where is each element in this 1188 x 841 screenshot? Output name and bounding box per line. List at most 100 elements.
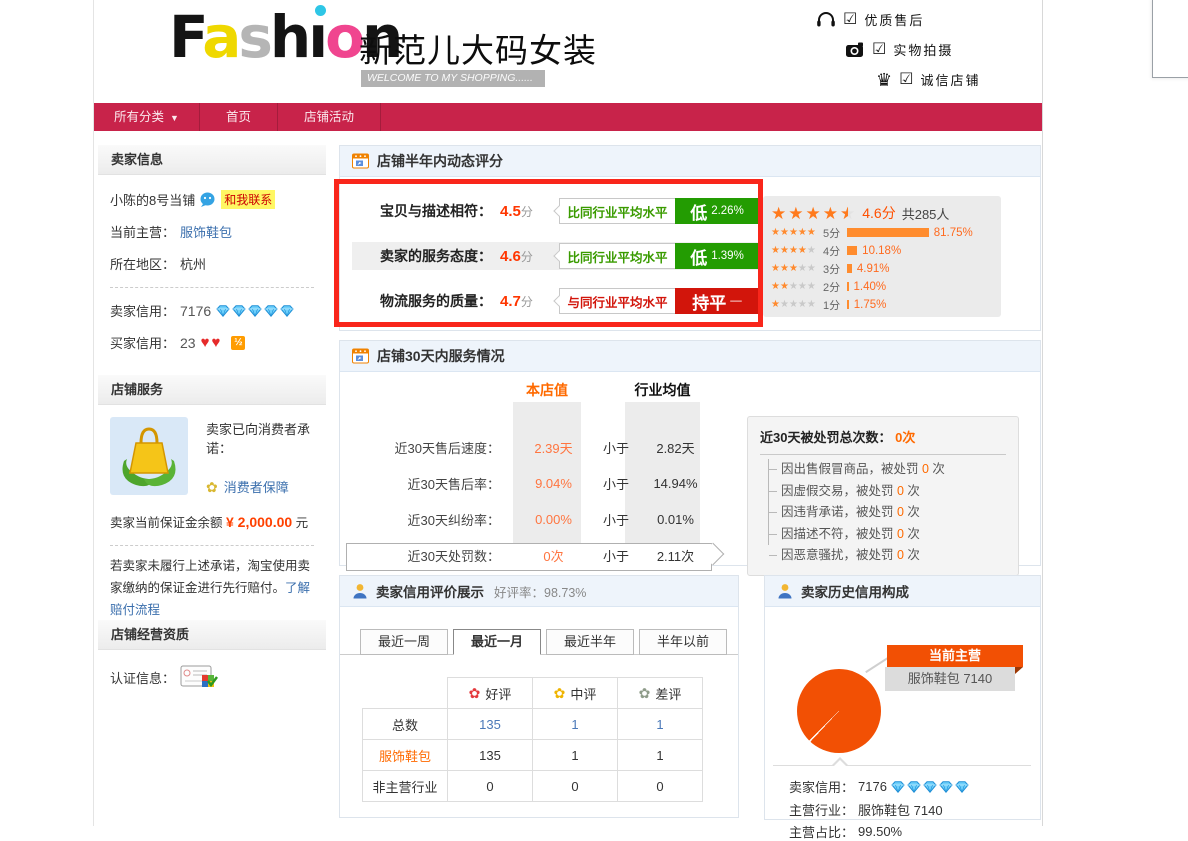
compare-bubble: 比同行业平均水平 低1.39%: [559, 243, 759, 269]
tab-last-half-year[interactable]: 最近半年: [546, 629, 634, 655]
checkbox-icon: ☑: [899, 72, 913, 88]
compare-bubble: 与同行业平均水平 持平—: [559, 288, 759, 314]
badge-quality-service: ☑ 优质售后: [816, 10, 924, 29]
service-label: 近30天售后速度：: [340, 438, 500, 457]
penalty-box: 近30天被处罚总次数： 0次 因出售假冒商品，被处罚 0 次因虚假交易，被处罚 …: [747, 416, 1019, 576]
checkbox-icon: ☑: [843, 12, 857, 28]
seller-credit-label: 卖家信用：: [110, 301, 175, 320]
badge-real-photo: ☑ 实物拍摄: [846, 40, 953, 59]
row-stars: ★★★★★: [771, 228, 823, 238]
star-icon: ★: [788, 205, 803, 222]
qualification-section: 店铺经营资质 认证信息：: [98, 620, 326, 699]
shop-value: 0.00%: [513, 512, 594, 527]
half-credit-icon: ½: [231, 336, 245, 350]
guarantee-flower-icon: ✿: [206, 480, 218, 494]
count-link[interactable]: 1: [618, 709, 703, 740]
compare-bubble: 比同行业平均水平 低2.26%: [559, 198, 759, 224]
compare-text: 比同行业平均水平: [560, 247, 675, 266]
shop-service-title: 店铺服务: [98, 375, 326, 405]
compare-percent: —: [730, 295, 742, 307]
star-distribution-row: ★★★★★5分81.75%: [771, 224, 993, 241]
count-link[interactable]: 1: [533, 709, 618, 740]
row-percent: 1.40%: [854, 281, 887, 293]
shop-tagline: WELCOME TO MY SHOPPING......: [361, 70, 545, 87]
buyer-credit-value: 23: [180, 335, 196, 351]
compare-badge: 持平: [692, 289, 726, 314]
cert-id-icon[interactable]: [180, 665, 218, 689]
nav-shop-activity[interactable]: 店铺活动: [278, 103, 381, 131]
panel-title: 店铺半年内动态评分: [377, 151, 503, 171]
row-label: 4分: [823, 243, 847, 259]
diamond-icon: [891, 781, 905, 793]
contact-me-button[interactable]: 和我联系: [221, 190, 275, 209]
deposit-label: 卖家当前保证金余额: [110, 516, 223, 530]
history-panel: 卖家历史信用构成 当前主营 服饰鞋包 7140 卖家信用： 7176 主营行业：…: [764, 575, 1041, 820]
star-distribution-row: ★★★★★2分1.40%: [771, 278, 993, 295]
nav-all-categories[interactable]: 所有分类▼: [94, 103, 200, 131]
star-distribution-row: ★★★★★3分4.91%: [771, 260, 993, 277]
diamond-icon: [923, 781, 937, 793]
nav-home[interactable]: 首页: [200, 103, 278, 131]
row-percent: 10.18%: [862, 245, 901, 257]
half-star-icon: ★★: [840, 205, 855, 222]
tab-last-week[interactable]: 最近一周: [360, 629, 448, 655]
shop-service-section: 店铺服务 卖家已向消费者承诺： ✿ 消费者保障 卖家当前保证金余额 ¥: [98, 375, 326, 632]
penalty-title: 近30天被处罚总次数：: [760, 430, 891, 445]
shop-name: 小陈的8号当铺: [110, 190, 195, 209]
rating-unit: 分: [521, 293, 533, 310]
review-table-row: 总数13511: [363, 709, 703, 740]
compare-text: 比同行业平均水平: [560, 202, 675, 221]
shop-header: Fashıon 新范儿大码女装 WELCOME TO MY SHOPPING..…: [94, 0, 1042, 103]
cert-label: 认证信息：: [110, 668, 175, 687]
row-label: 3分: [823, 261, 847, 277]
wangwang-icon[interactable]: [200, 192, 216, 207]
star-distribution-row: ★★★★★4分10.18%: [771, 242, 993, 259]
row-label: 非主营行业: [363, 771, 448, 802]
rating-label: 宝贝与描述相符：: [352, 201, 492, 221]
main-industry-value: 服饰鞋包 7140: [858, 800, 943, 819]
count-value: 0: [533, 771, 618, 802]
industry-value: 0.01%: [638, 512, 713, 527]
diamond-icons: [891, 781, 969, 793]
star-icon: ★: [823, 205, 838, 222]
logo-letter: o: [325, 3, 362, 71]
row-label: 服饰鞋包: [363, 740, 448, 771]
row-percent: 4.91%: [857, 263, 890, 275]
seller-credit-label: 卖家信用：: [789, 777, 854, 796]
row-label: 1分: [823, 297, 847, 313]
row-stars: ★★★★★: [771, 282, 823, 292]
rating-label: 物流服务的质量：: [352, 291, 492, 311]
camera-icon: [846, 42, 865, 58]
overall-stars: ★★★★★★ 4.6分 共285人: [771, 203, 993, 223]
tab-older[interactable]: 半年以前: [639, 629, 727, 655]
tab-last-month[interactable]: 最近一月: [453, 629, 541, 655]
consumer-guarantee-link[interactable]: 消费者保障: [224, 477, 289, 496]
main-category-link[interactable]: 服饰鞋包: [180, 222, 232, 241]
diamond-icon: [216, 305, 230, 317]
floating-popup-fragment: [1152, 0, 1188, 78]
divider: [110, 287, 314, 288]
row-bar: [847, 282, 849, 291]
service-row: 近30天处罚数：0次小于2.11次: [340, 544, 720, 566]
shop-name-cn: 新范儿大码女装: [359, 24, 597, 72]
row-bar: [847, 246, 857, 255]
column-header: ✿差评: [618, 678, 703, 709]
person-icon: [777, 583, 793, 599]
compare-percent: 1.39%: [711, 250, 744, 262]
service-label: 近30天售后率：: [340, 474, 500, 493]
industry-col-header: 行业均值: [621, 380, 704, 400]
overall-score: 4.6分: [862, 203, 895, 223]
shop-value: 9.04%: [513, 476, 594, 491]
good-rate-value: 98.73%: [544, 586, 586, 600]
row-bar: [847, 228, 929, 237]
main-industry-label: 主营行业：: [789, 800, 854, 819]
service-label: 近30天处罚数：: [340, 546, 500, 565]
calendar-icon: [352, 348, 369, 364]
main-nav: 所有分类▼ 首页 店铺活动: [94, 103, 1042, 131]
crown-icon: ♛: [876, 71, 892, 89]
column-header: ✿好评: [448, 678, 533, 709]
compare-percent: 2.26%: [711, 205, 744, 217]
credit-pie-chart: [797, 669, 881, 753]
main-share-label: 主营占比：: [789, 822, 854, 841]
count-link[interactable]: 135: [448, 709, 533, 740]
